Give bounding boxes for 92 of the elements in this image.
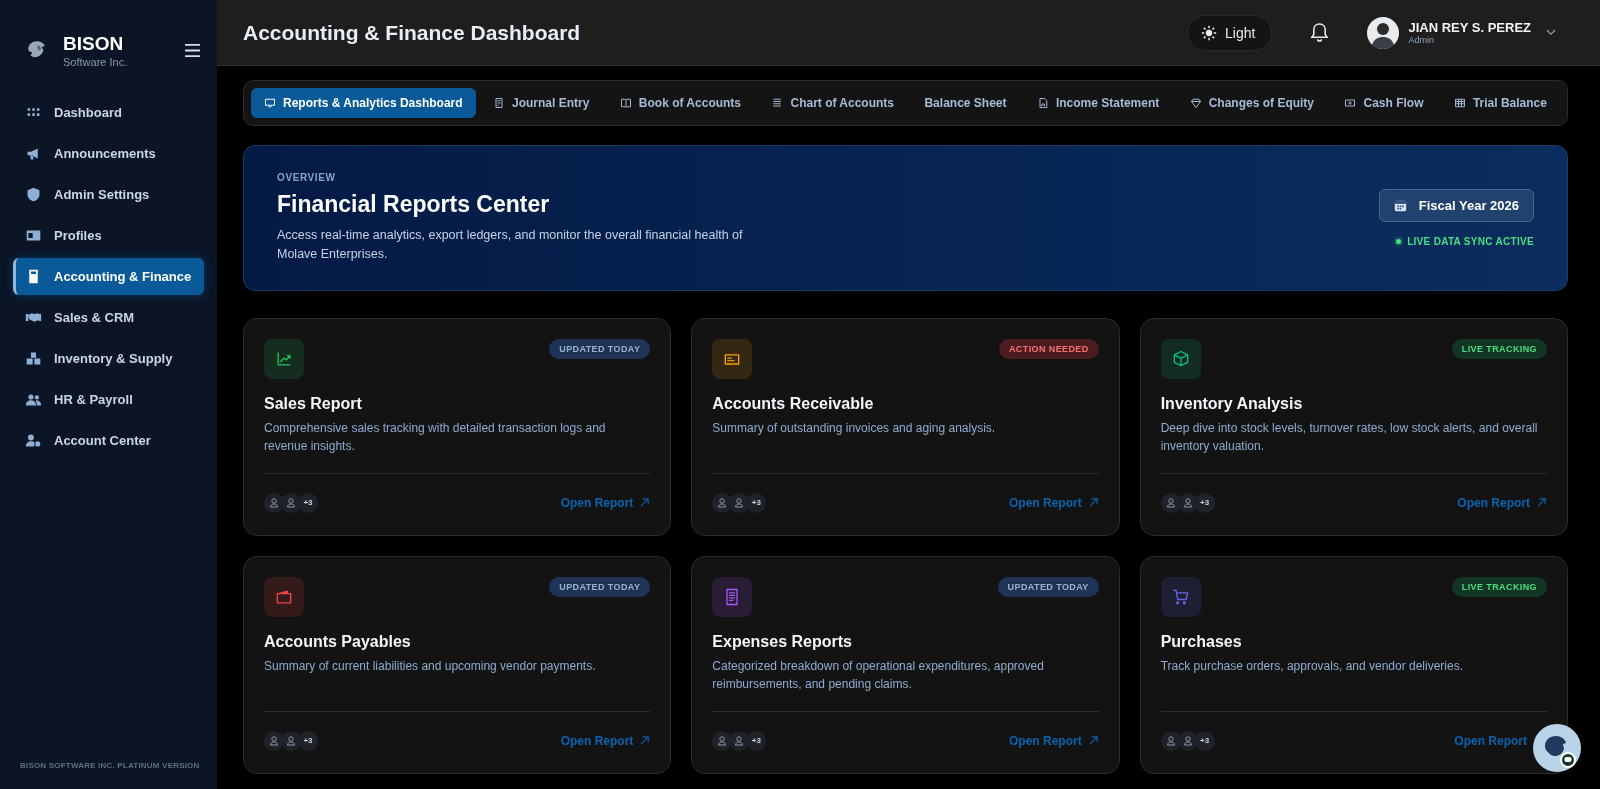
id-card-icon xyxy=(25,227,42,244)
user-gear-icon xyxy=(25,432,42,449)
menu-icon[interactable] xyxy=(185,43,200,57)
card-title: Accounts Payables xyxy=(264,633,412,651)
status-badge: LIVE TRACKING xyxy=(1451,339,1547,359)
arrow-up-right-icon xyxy=(639,497,651,508)
user-avatar[interactable] xyxy=(1367,16,1400,49)
overview-eyebrow: OVERVIEW xyxy=(277,171,337,183)
monitor-icon xyxy=(264,97,276,109)
user-icon xyxy=(264,492,284,513)
user-icon xyxy=(712,730,733,751)
sidebar-item[interactable]: Accounting & Finance xyxy=(13,258,204,295)
user-icon xyxy=(281,492,301,513)
user-icon xyxy=(729,730,750,751)
version-label: BISON SOFTWARE INC. PLATINUM VERSION xyxy=(19,761,201,772)
calendar-icon xyxy=(1393,199,1407,212)
tab[interactable]: Reports & Analytics Dashboard xyxy=(251,88,476,118)
more-count: +3 xyxy=(746,730,767,751)
tab[interactable]: Cash Flow xyxy=(1331,88,1437,118)
page-title: Accounting & Finance Dashboard xyxy=(243,20,581,45)
boxes-icon xyxy=(25,350,42,367)
user-icon xyxy=(1160,492,1181,513)
status-badge: ACTION NEEDED xyxy=(998,339,1099,359)
arrow-up-right-icon xyxy=(1536,497,1547,508)
brand-name: BISON xyxy=(63,32,125,55)
card-description: Summary of outstanding invoices and aging analysis. xyxy=(712,420,997,437)
user-icon xyxy=(729,492,750,513)
more-count: +3 xyxy=(298,492,318,513)
user-name: JIAN REY S. PEREZ xyxy=(1408,20,1531,35)
card-title: Expenses Reports xyxy=(712,633,853,651)
user-role: Admin xyxy=(1408,35,1435,45)
money-icon xyxy=(1344,97,1357,109)
tab[interactable]: Balance Sheet xyxy=(911,88,1020,118)
card-description: Comprehensive sales tracking with detailed transaction logs and revenue insights. xyxy=(264,420,607,455)
sidebar-item[interactable]: Inventory & Supply xyxy=(13,340,204,377)
card-description: Track purchase orders, approvals, and vendor deliveries. xyxy=(1160,658,1465,675)
sync-status: LIVE DATA SYNC ACTIVE xyxy=(1407,236,1534,247)
book-icon xyxy=(619,97,632,109)
overview-description: Access real-time analytics, export ledgers, and monitor the overall financial health of Molave Enterprises. xyxy=(277,226,744,263)
people-icon xyxy=(25,391,42,408)
card-description: Summary of current liabilities and upcoming vendor payments. xyxy=(264,658,597,675)
overview-title: Financial Reports Center xyxy=(277,190,551,218)
status-badge: UPDATED TODAY xyxy=(997,577,1099,597)
more-count: +3 xyxy=(298,730,318,751)
card-title: Sales Report xyxy=(264,395,363,413)
sidebar-item[interactable]: Profiles xyxy=(13,217,204,254)
cart-icon xyxy=(1170,587,1191,607)
status-badge: UPDATED TODAY xyxy=(549,339,651,359)
diamond-icon xyxy=(1189,97,1202,109)
tab[interactable]: Income Statement xyxy=(1023,88,1173,118)
notebook-icon xyxy=(493,97,506,109)
user-icon xyxy=(1177,730,1198,751)
table-icon xyxy=(1453,97,1466,109)
tab[interactable]: Changes of Equity xyxy=(1176,88,1328,118)
notification-bell-icon[interactable] xyxy=(1310,22,1330,43)
user-icon xyxy=(712,492,733,513)
theme-toggle[interactable]: Light xyxy=(1187,14,1273,51)
sun-icon xyxy=(1201,24,1218,41)
more-count: +3 xyxy=(1194,492,1215,513)
card-description: Deep dive into stock levels, turnover rates, low stock alerts, and overall inventory valuation. xyxy=(1160,420,1539,455)
tab[interactable]: Journal Entry xyxy=(480,88,603,118)
tab[interactable]: Trial Balance xyxy=(1440,88,1560,118)
user-icon xyxy=(1160,730,1181,751)
card-description: Categorized breakdown of operational expenditures, approved reimbursements, and pending claims. xyxy=(712,658,1045,693)
tab[interactable]: Chart of Accounts xyxy=(758,88,908,118)
sidebar-item[interactable]: Announcements xyxy=(13,135,204,172)
shield-icon xyxy=(25,186,42,203)
fiscal-year-button[interactable]: Fiscal Year 2026 xyxy=(1378,189,1534,222)
arrow-up-right-icon xyxy=(1087,735,1099,746)
sidebar-item[interactable]: Sales & CRM xyxy=(13,299,204,336)
document-icon xyxy=(1036,97,1049,109)
sidebar-item[interactable]: HR & Payroll xyxy=(13,381,204,418)
user-icon xyxy=(1177,492,1198,513)
card-title: Purchases xyxy=(1160,633,1243,651)
status-badge: UPDATED TODAY xyxy=(549,577,651,597)
user-icon xyxy=(281,730,301,751)
more-count: +3 xyxy=(1194,730,1215,751)
arrow-up-right-icon xyxy=(1087,497,1099,508)
chevron-down-icon[interactable] xyxy=(1546,29,1556,36)
list-icon xyxy=(771,97,784,109)
card-title: Inventory Analysis xyxy=(1160,395,1304,413)
brand-subtitle: Software Inc. xyxy=(63,55,129,68)
sidebar-item[interactable]: Account Center xyxy=(13,422,204,459)
tab[interactable]: Book of Accounts xyxy=(606,88,755,118)
card-title: Accounts Receivable xyxy=(712,395,875,413)
sidebar-item[interactable]: Admin Settings xyxy=(13,176,204,213)
more-count: +3 xyxy=(746,492,767,513)
sidebar-item[interactable]: Dashboard xyxy=(13,94,204,131)
status-dot xyxy=(1396,239,1402,244)
status-badge: LIVE TRACKING xyxy=(1451,577,1547,597)
user-icon xyxy=(264,730,284,751)
arrow-up-right-icon xyxy=(639,735,651,746)
